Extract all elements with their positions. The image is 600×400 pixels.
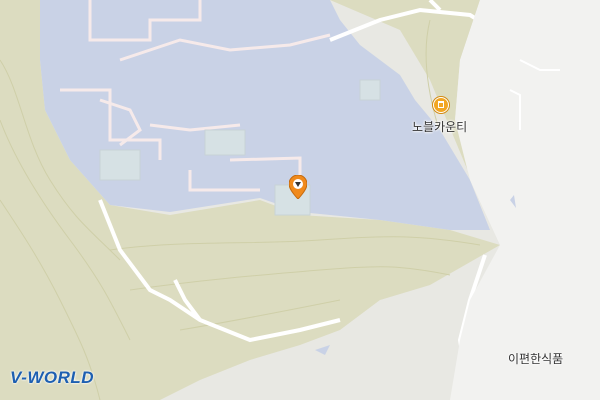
poi-label-food-company[interactable]: 이편한식품: [508, 350, 563, 367]
building-icon[interactable]: [433, 97, 449, 113]
location-pin-icon[interactable]: [289, 175, 307, 199]
vworld-logo: V-WORLD: [10, 368, 95, 387]
map-view[interactable]: 노블카운티 이편한식품 V-WORLD: [0, 0, 600, 400]
map-base-layer: [0, 0, 600, 400]
poi-label-noble-county[interactable]: 노블카운티: [412, 118, 467, 135]
